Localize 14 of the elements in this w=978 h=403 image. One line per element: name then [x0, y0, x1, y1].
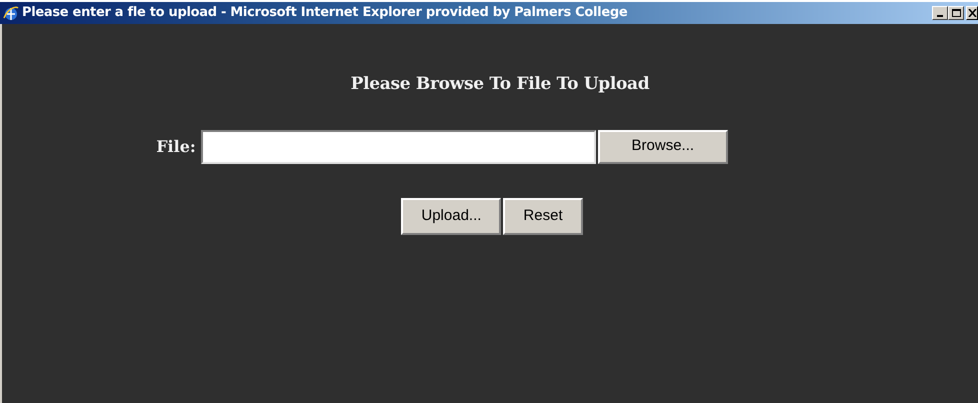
upload-button[interactable]: Upload... — [401, 198, 502, 234]
browser-icon — [3, 5, 19, 21]
maximize-button[interactable] — [948, 6, 964, 20]
window-title: Please enter a fle to upload - Microsoft Internet Explorer provided by Palmers College — [22, 4, 628, 22]
minimize-button[interactable] — [932, 6, 948, 20]
reset-button[interactable]: Reset — [503, 198, 583, 234]
close-icon — [968, 9, 977, 17]
page-heading: Please Browse To File To Upload — [350, 73, 650, 96]
browse-button[interactable]: Browse... — [598, 130, 728, 164]
maximize-icon — [952, 9, 960, 17]
file-label: File: — [156, 136, 196, 158]
minimize-icon — [937, 15, 943, 17]
file-path-field[interactable] — [200, 130, 596, 164]
close-button[interactable] — [966, 6, 978, 20]
